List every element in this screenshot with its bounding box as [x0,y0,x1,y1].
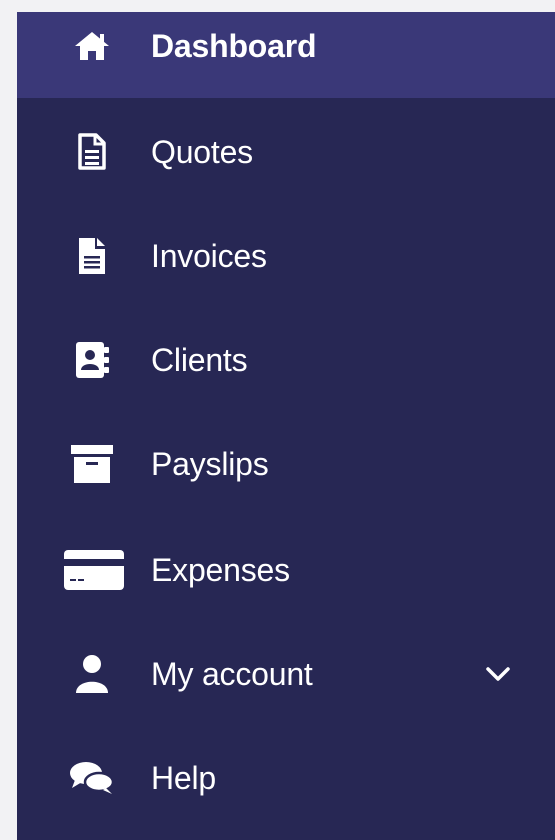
credit-card-icon [57,518,131,622]
sidebar-item-quotes[interactable]: Quotes [17,100,555,204]
user-icon [57,622,127,726]
sidebar-item-label: Help [151,759,217,796]
sidebar-item-label: Expenses [151,551,290,588]
sidebar: Dashboard Quotes Invoices Clients Paysli… [17,12,555,840]
sidebar-item-expenses[interactable]: Expenses [17,518,555,622]
sidebar-item-invoices[interactable]: Invoices [17,204,555,308]
sidebar-item-label: Clients [151,341,248,378]
sidebar-item-clients[interactable]: Clients [17,308,555,412]
sidebar-item-my-account[interactable]: My account [17,622,555,726]
document-outline-icon [57,100,127,204]
document-filled-icon [57,204,127,308]
sidebar-item-label: Payslips [151,445,269,482]
sidebar-item-dashboard[interactable]: Dashboard [17,12,555,98]
sidebar-item-label: My account [151,655,313,692]
sidebar-item-label: Quotes [151,133,253,170]
address-book-icon [57,308,127,412]
archive-box-icon [57,412,127,516]
home-icon [57,12,127,98]
chevron-down-icon[interactable] [485,622,511,726]
sidebar-item-help[interactable]: Help [17,726,555,830]
sidebar-item-payslips[interactable]: Payslips [17,412,555,516]
sidebar-item-label: Invoices [151,237,267,274]
sidebar-item-label: Dashboard [151,27,317,64]
chat-bubbles-icon [57,726,127,830]
